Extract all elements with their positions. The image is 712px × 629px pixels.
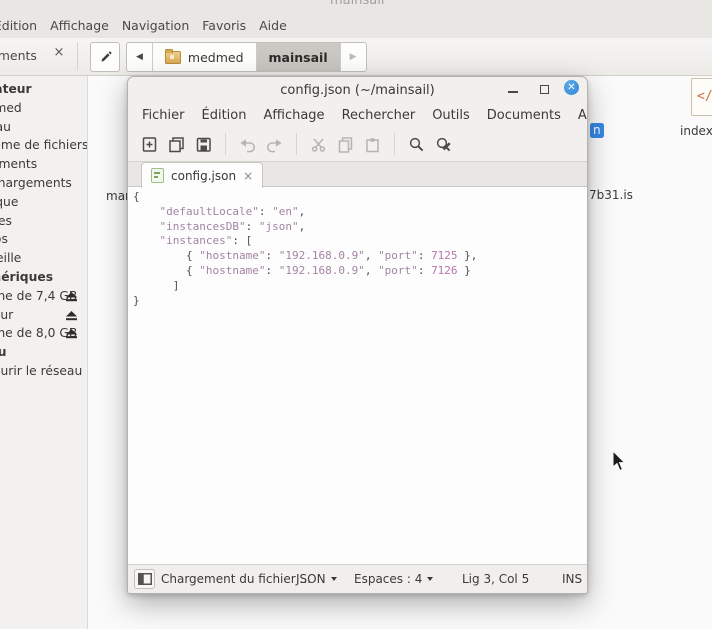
- copy-button: [332, 131, 359, 157]
- sidebar-item-parcourir-le-r-seau[interactable]: Parcourir le réseau: [0, 362, 87, 380]
- breadcrumb-item-mainsail[interactable]: mainsail: [256, 43, 341, 71]
- filemanager-sidebar: Ordinateur medmedBureauSystème de fichier…: [0, 76, 88, 629]
- tab-width-dropdown[interactable]: Espaces : 4: [354, 572, 434, 586]
- pencil-icon: [101, 51, 111, 61]
- filemanager-title: mainsail: [330, 0, 385, 8]
- places-dropdown[interactable]: Emplacements: [0, 48, 40, 63]
- editor-menu-item-1[interactable]: Édition: [198, 108, 251, 123]
- sidebar-item-p-riph-riques: Périphériques: [0, 270, 54, 284]
- filemanager-titlebar: mainsail: [0, 0, 712, 12]
- breadcrumb: ◀ medmed mainsail ▶: [126, 42, 367, 72]
- breadcrumb-item-medmed[interactable]: medmed: [153, 43, 257, 71]
- sidebar-item-medmed[interactable]: medmed: [0, 99, 87, 117]
- cut-button: [305, 131, 332, 157]
- toolbar-separator: [296, 133, 297, 155]
- editor-tabbar: config.json ×: [128, 161, 587, 188]
- save-button[interactable]: [190, 131, 217, 157]
- eject-icon[interactable]: [66, 310, 77, 324]
- editor-toolbar: [128, 127, 587, 161]
- editor-menu-item-0[interactable]: Fichier: [138, 108, 189, 123]
- editor-menu-item-6[interactable]: Aide: [574, 108, 587, 123]
- side-panel-icon: [137, 573, 152, 585]
- insert-mode: INS: [562, 572, 583, 586]
- editor-menu-item-2[interactable]: Affichage: [259, 108, 328, 123]
- folder-icon: [164, 48, 181, 64]
- sidebar-item-volume-de-7-4-gb[interactable]: Volume de 7,4 GB: [0, 287, 87, 305]
- paste-button: [359, 131, 386, 157]
- code-content: { "defaultLocale": "en", "instancesDB": …: [133, 190, 478, 307]
- paste-icon: [366, 137, 379, 152]
- search-replace-button[interactable]: [430, 131, 457, 157]
- sidebar-item-images[interactable]: Images: [0, 212, 87, 230]
- new-document-button[interactable]: [136, 131, 163, 157]
- sidebar-item-r-seau: Réseau: [0, 343, 87, 361]
- tab-close-icon[interactable]: ×: [243, 169, 253, 183]
- editor-menu-item-3[interactable]: Rechercher: [338, 108, 420, 123]
- eject-icon[interactable]: [66, 328, 77, 342]
- close-button[interactable]: ✕: [564, 80, 579, 95]
- copy-icon: [338, 136, 353, 153]
- cut-icon: [311, 138, 326, 152]
- toolbar-separator: [394, 133, 395, 155]
- breadcrumb-forward-button[interactable]: ▶: [341, 43, 366, 71]
- maximize-button[interactable]: [540, 85, 549, 94]
- sidebar-item-musique[interactable]: Musique: [0, 193, 87, 211]
- editor-menu-item-5[interactable]: Documents: [483, 108, 565, 123]
- file-label-index[interactable]: index.html: [680, 120, 712, 135]
- fm-menu-item-1[interactable]: Édition: [0, 18, 37, 33]
- editor-statusbar: Chargement du fichier ... JSON Espaces :…: [128, 564, 587, 593]
- fm-menu-item-2[interactable]: Affichage: [50, 18, 109, 33]
- editor-window-title: config.json (~/mainsail): [280, 83, 435, 98]
- sidebar-item-syst-me-de-fichiers[interactable]: Système de fichiers: [0, 136, 87, 154]
- fm-menu-item-3[interactable]: Navigation: [122, 18, 189, 33]
- selected-file-label[interactable]: n: [590, 123, 604, 138]
- breadcrumb-back-button[interactable]: ◀: [127, 43, 153, 71]
- file-label-manifest[interactable]: manifest.json: [106, 185, 127, 200]
- editor-text-area[interactable]: { "defaultLocale": "en", "instancesDB": …: [128, 187, 587, 564]
- open-document-icon: [169, 136, 184, 152]
- sidebar-item-t-l-chargements[interactable]: Téléchargements: [0, 174, 87, 192]
- fm-menu-item-4[interactable]: Favoris: [202, 18, 246, 33]
- toolbar-separator: [77, 42, 78, 70]
- new-document-icon: [142, 136, 157, 152]
- editor-titlebar[interactable]: config.json (~/mainsail) ✕: [128, 77, 587, 104]
- sidebar-close-button[interactable]: ×: [51, 45, 67, 61]
- sidebar-item-volume-de-8-0-gb[interactable]: Volume de 8,0 GB: [0, 324, 87, 342]
- editor-window: config.json (~/mainsail) ✕ Fichier Éditio…: [127, 76, 588, 594]
- sidebar-item-documents[interactable]: Documents: [0, 155, 87, 173]
- minimize-button[interactable]: [508, 91, 518, 93]
- chevron-down-icon: [330, 577, 337, 581]
- sidebar-item-lecteur[interactable]: Lecteur: [0, 306, 87, 324]
- search-replace-icon: [436, 137, 451, 151]
- sidebar-item-vid-os[interactable]: Vidéos: [0, 230, 87, 248]
- status-message: Chargement du fichier ...: [161, 572, 311, 586]
- filemanager-menubar: FichierÉditionAffichageNavigationFavoris…: [0, 12, 712, 38]
- edit-location-button[interactable]: [90, 42, 120, 72]
- redo-button: [261, 131, 288, 157]
- side-panel-toggle-button[interactable]: [134, 569, 155, 589]
- search-button[interactable]: [403, 131, 430, 157]
- chevron-down-icon: [427, 577, 434, 581]
- language-dropdown[interactable]: JSON: [296, 572, 337, 586]
- sidebar-item-ordinateur: Ordinateur: [0, 82, 32, 96]
- sidebar-item-bureau[interactable]: Bureau: [0, 118, 87, 136]
- undo-icon: [240, 138, 256, 152]
- json-file-icon: [151, 168, 164, 183]
- editor-menubar: Fichier Édition Affichage Rechercher Outils D…: [128, 104, 587, 127]
- save-icon: [196, 137, 211, 152]
- undo-button: [234, 131, 261, 157]
- toolbar-separator: [225, 133, 226, 155]
- fm-menu-item-5[interactable]: Aide: [259, 18, 287, 33]
- cursor-position: Lig 3, Col 5: [462, 572, 530, 586]
- file-label-js[interactable]: 7b31.js: [589, 184, 634, 199]
- redo-icon: [266, 138, 282, 152]
- tab-config-json[interactable]: config.json ×: [141, 162, 264, 188]
- open-document-button[interactable]: [163, 131, 190, 157]
- html-file-icon[interactable]: </: [691, 78, 712, 116]
- search-icon: [409, 137, 424, 151]
- sidebar-item-corbeille[interactable]: Corbeille: [0, 249, 87, 267]
- eject-icon[interactable]: [66, 291, 77, 305]
- mouse-cursor: [612, 451, 626, 472]
- editor-menu-item-4[interactable]: Outils: [428, 108, 474, 123]
